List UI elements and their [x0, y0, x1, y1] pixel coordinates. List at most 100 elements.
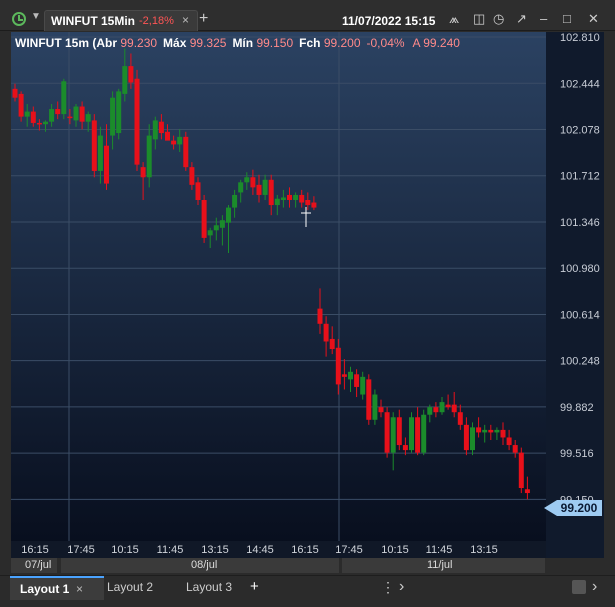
layout-bar: Layout 1 × Layout 2 Layout 3 + ⋮ › ›	[0, 575, 615, 601]
scroll-end-icon[interactable]: ›	[592, 576, 597, 598]
candle-body	[476, 427, 482, 433]
candle-body	[457, 412, 463, 425]
candle-body	[61, 81, 67, 115]
candle-body	[110, 97, 116, 136]
candle-body	[232, 194, 238, 208]
candle-body	[451, 404, 457, 413]
candle-body	[183, 136, 189, 168]
plot-background	[11, 32, 546, 558]
close-tab-icon[interactable]: ×	[182, 13, 189, 27]
y-tick-label: 101.712	[560, 171, 600, 183]
layout-tab-1[interactable]: Layout 1 ×	[10, 576, 104, 600]
layout-tab-1-close-icon[interactable]: ×	[76, 578, 83, 600]
minimize-icon[interactable]: –	[540, 11, 547, 26]
share-icon[interactable]: ⩕	[449, 11, 459, 27]
add-tab-button[interactable]: +	[199, 10, 208, 28]
candle-body	[238, 182, 244, 193]
x-tick-label: 13:15	[470, 544, 498, 556]
ohlc-header: WINFUT 15m (Abr 99.230 Máx 99.325 Mín 99.1…	[15, 36, 460, 50]
layout-tab-3[interactable]: Layout 3	[186, 576, 232, 598]
candle-body	[73, 106, 79, 121]
candle-body	[213, 225, 219, 231]
clock-icon[interactable]	[12, 12, 26, 26]
layout-tab-1-label: Layout 1	[20, 582, 70, 596]
candle-body	[134, 78, 140, 165]
candle-body	[250, 177, 256, 188]
chart-area[interactable]: 102.810 102.444 102.078 101.712 101.346 100.9…	[11, 32, 604, 558]
candle-body	[256, 184, 262, 195]
candle-body	[409, 417, 414, 451]
candle	[134, 69, 140, 171]
x-tick-label: 11:45	[157, 544, 184, 556]
y-tick-label: 101.346	[560, 217, 600, 229]
candle-body	[268, 179, 274, 206]
candle-body	[500, 429, 506, 438]
candle-body	[512, 445, 518, 453]
candle-body	[158, 121, 164, 134]
trend-icon[interactable]: ↗	[516, 11, 527, 27]
scroll-thumb[interactable]	[572, 580, 586, 594]
chevron-down-icon[interactable]: ▼	[31, 11, 41, 22]
top-toolbar: ▼ WINFUT 15Min -2,18% × + 11/07/2022 15:…	[0, 0, 615, 31]
candle-body	[287, 194, 292, 200]
candle	[518, 447, 524, 494]
open-label: Abr	[96, 36, 120, 50]
candle-body	[329, 338, 335, 350]
candle-body	[445, 404, 451, 408]
ohlc-prefix: WINFUT 15m (	[15, 36, 96, 50]
candle-body	[146, 135, 152, 178]
date-label-1: 07/jul	[25, 559, 52, 571]
scroll-right-icon[interactable]: ›	[399, 576, 404, 598]
x-tick-label: 16:15	[21, 544, 49, 556]
maximize-icon[interactable]: □	[563, 11, 571, 26]
ask-value: 99.240	[423, 36, 460, 50]
chart-tab[interactable]: WINFUT 15Min -2,18% ×	[44, 10, 198, 31]
candle-body	[274, 198, 280, 206]
candle-body	[335, 347, 341, 385]
layout-tab-2[interactable]: Layout 2	[107, 576, 153, 598]
candle-body	[171, 140, 177, 145]
x-tick-label: 14:45	[246, 544, 274, 556]
close-label: Fch	[299, 36, 324, 50]
add-layout-button[interactable]: +	[250, 576, 259, 598]
candle-body	[354, 374, 360, 387]
candle-body	[311, 202, 317, 208]
candle	[183, 131, 189, 171]
candle-body	[470, 427, 475, 451]
low-value: 99.150	[256, 36, 293, 50]
candle-body	[195, 182, 201, 200]
open-value: 99.230	[120, 36, 157, 50]
candle-body	[91, 120, 97, 171]
candle-body	[524, 489, 530, 494]
candle-body	[488, 429, 494, 433]
tab-change: -2,18%	[139, 15, 174, 27]
y-tick-label: 100.248	[560, 356, 600, 368]
change-value: -0,04%	[367, 36, 405, 50]
candle-body	[24, 111, 30, 117]
candle-body	[421, 414, 427, 453]
candle-body	[201, 200, 207, 238]
candle	[116, 88, 122, 140]
candle-body	[49, 109, 55, 122]
candle-body	[390, 417, 396, 453]
layout-menu-icon[interactable]: ⋮	[381, 576, 395, 598]
high-label: Máx	[163, 36, 190, 50]
x-tick-label: 17:45	[67, 544, 95, 556]
close-window-icon[interactable]: ✕	[588, 11, 599, 27]
candle-body	[36, 122, 42, 125]
picture-icon[interactable]: ◫	[473, 11, 485, 27]
candle-body	[177, 136, 183, 145]
history-icon[interactable]: ◷	[493, 11, 504, 27]
candle-body	[341, 374, 347, 377]
candle-body	[79, 106, 85, 122]
last-price-value: 99.200	[561, 501, 598, 515]
candle-body	[104, 145, 109, 184]
candle-body	[427, 407, 433, 415]
date-cell-2: 08/jul	[61, 558, 339, 573]
x-tick-label: 13:15	[201, 544, 229, 556]
candle-body	[122, 66, 128, 94]
candle-body	[293, 194, 299, 200]
candle	[91, 114, 97, 178]
candlestick-chart[interactable]: 102.810 102.444 102.078 101.712 101.346 100.9…	[11, 32, 604, 558]
candle-body	[97, 135, 103, 171]
